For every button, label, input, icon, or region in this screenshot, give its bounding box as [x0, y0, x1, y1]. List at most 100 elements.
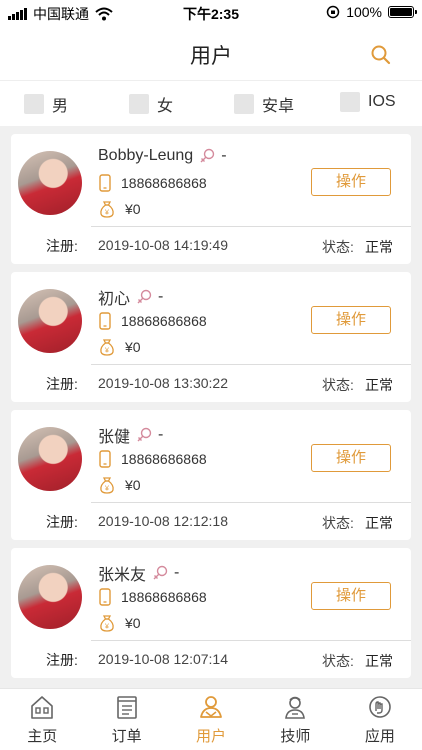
- user-card[interactable]: Bobby-Leung - 18868686868 ¥ ¥0 操作 注册: 20…: [11, 134, 411, 264]
- phone-row: 18868686868: [99, 450, 207, 468]
- tab-users[interactable]: 用户: [169, 689, 253, 750]
- operate-button[interactable]: 操作: [311, 168, 391, 196]
- phone-icon: [99, 588, 111, 606]
- tab-label: 主页: [27, 728, 58, 745]
- operate-button[interactable]: 操作: [311, 306, 391, 334]
- state-value: 正常: [365, 239, 393, 255]
- filter-male[interactable]: 男: [24, 92, 68, 116]
- gender-text: -: [158, 426, 164, 443]
- tab-label: 订单: [111, 728, 142, 745]
- checkbox[interactable]: [129, 94, 149, 114]
- phone-number: 18868686868: [121, 175, 207, 191]
- apps-icon: [369, 696, 391, 718]
- page-title: 用户: [190, 45, 232, 68]
- filter-label: 安卓: [262, 98, 295, 115]
- user-card[interactable]: 张米友 - 18868686868 ¥ ¥0 操作 注册: 2019-10-08…: [11, 548, 411, 678]
- gender-text: -: [221, 147, 227, 164]
- user-name: 张米友: [98, 567, 147, 584]
- checkbox[interactable]: [234, 94, 254, 114]
- balance-row: ¥ ¥0: [99, 200, 141, 218]
- phone-row: 18868686868: [99, 312, 207, 330]
- filter-bar: 男 女 安卓 IOS: [0, 80, 422, 126]
- avatar: [18, 565, 82, 629]
- user-name: 张健: [98, 429, 131, 446]
- tab-home[interactable]: 主页: [0, 689, 84, 750]
- tab-label: 应用: [364, 728, 395, 745]
- status-bar: 中国联通 下午2:35 100%: [0, 0, 422, 26]
- state-label: 状态:: [322, 377, 354, 393]
- state-label: 状态:: [322, 653, 354, 669]
- name-row: Bobby-Leung -: [98, 147, 227, 165]
- phone-row: 18868686868: [99, 588, 207, 606]
- balance: ¥0: [125, 477, 141, 493]
- name-row: 张健 -: [98, 423, 163, 447]
- order-icon: [116, 696, 137, 719]
- register-time: 2019-10-08 12:12:18: [98, 513, 228, 529]
- status-right: 100%: [326, 4, 417, 20]
- user-icon: [200, 696, 222, 718]
- user-name: 初心: [98, 291, 131, 308]
- state-label: 状态:: [322, 515, 354, 531]
- divider: [91, 226, 411, 227]
- name-row: 张米友 -: [98, 561, 179, 585]
- gender-female-icon: [137, 427, 152, 442]
- filter-label: 女: [157, 98, 174, 115]
- avatar: [18, 289, 82, 353]
- operate-button[interactable]: 操作: [311, 444, 391, 472]
- filter-ios[interactable]: IOS: [340, 92, 396, 112]
- register-time: 2019-10-08 14:19:49: [98, 237, 228, 253]
- tab-label: 用户: [196, 728, 227, 745]
- register-label: 注册:: [46, 238, 78, 254]
- state-label: 状态:: [322, 239, 354, 255]
- orientation-lock-icon: [326, 5, 340, 19]
- gender-female-icon: [137, 289, 152, 304]
- checkbox[interactable]: [24, 94, 44, 114]
- money-bag-icon: ¥: [100, 615, 114, 632]
- tab-technicians[interactable]: 技师: [253, 689, 337, 750]
- tab-orders[interactable]: 订单: [84, 689, 168, 750]
- svg-text:¥: ¥: [105, 486, 109, 493]
- user-card[interactable]: 初心 - 18868686868 ¥ ¥0 操作 注册: 2019-10-08 …: [11, 272, 411, 402]
- balance: ¥0: [125, 339, 141, 355]
- tab-label: 技师: [280, 728, 311, 745]
- phone-icon: [99, 174, 111, 192]
- checkbox[interactable]: [340, 92, 360, 112]
- balance-row: ¥ ¥0: [99, 476, 141, 494]
- register-label: 注册:: [46, 652, 78, 668]
- avatar: [18, 427, 82, 491]
- gender-text: -: [174, 564, 180, 581]
- gender-text: -: [158, 288, 164, 305]
- balance-row: ¥ ¥0: [99, 614, 141, 632]
- user-name: Bobby-Leung: [98, 147, 194, 164]
- filter-female[interactable]: 女: [129, 92, 173, 116]
- filter-android[interactable]: 安卓: [234, 92, 294, 116]
- filter-label: IOS: [368, 93, 396, 110]
- phone-number: 18868686868: [121, 451, 207, 467]
- gender-female-icon: [200, 148, 215, 163]
- phone-number: 18868686868: [121, 589, 207, 605]
- search-icon[interactable]: [370, 44, 392, 66]
- filter-label: 男: [52, 98, 69, 115]
- register-label: 注册:: [46, 514, 78, 530]
- balance: ¥0: [125, 201, 141, 217]
- avatar: [18, 151, 82, 215]
- divider: [91, 502, 411, 503]
- user-card[interactable]: 张健 - 18868686868 ¥ ¥0 操作 注册: 2019-10-08 …: [11, 410, 411, 540]
- money-bag-icon: ¥: [100, 477, 114, 494]
- svg-text:¥: ¥: [105, 210, 109, 217]
- state-value: 正常: [365, 653, 393, 669]
- svg-text:¥: ¥: [105, 348, 109, 355]
- divider: [91, 364, 411, 365]
- balance: ¥0: [125, 615, 141, 631]
- battery-icon: [388, 6, 417, 18]
- gender-female-icon: [153, 565, 168, 580]
- tab-bar: 主页 订单 用户 技师 应用: [0, 688, 422, 750]
- divider: [91, 640, 411, 641]
- tab-apps[interactable]: 应用: [338, 689, 422, 750]
- svg-text:¥: ¥: [105, 624, 109, 631]
- operate-button[interactable]: 操作: [311, 582, 391, 610]
- phone-icon: [99, 450, 111, 468]
- phone-number: 18868686868: [121, 313, 207, 329]
- nav-header: 用户: [0, 26, 422, 80]
- register-time: 2019-10-08 12:07:14: [98, 651, 228, 667]
